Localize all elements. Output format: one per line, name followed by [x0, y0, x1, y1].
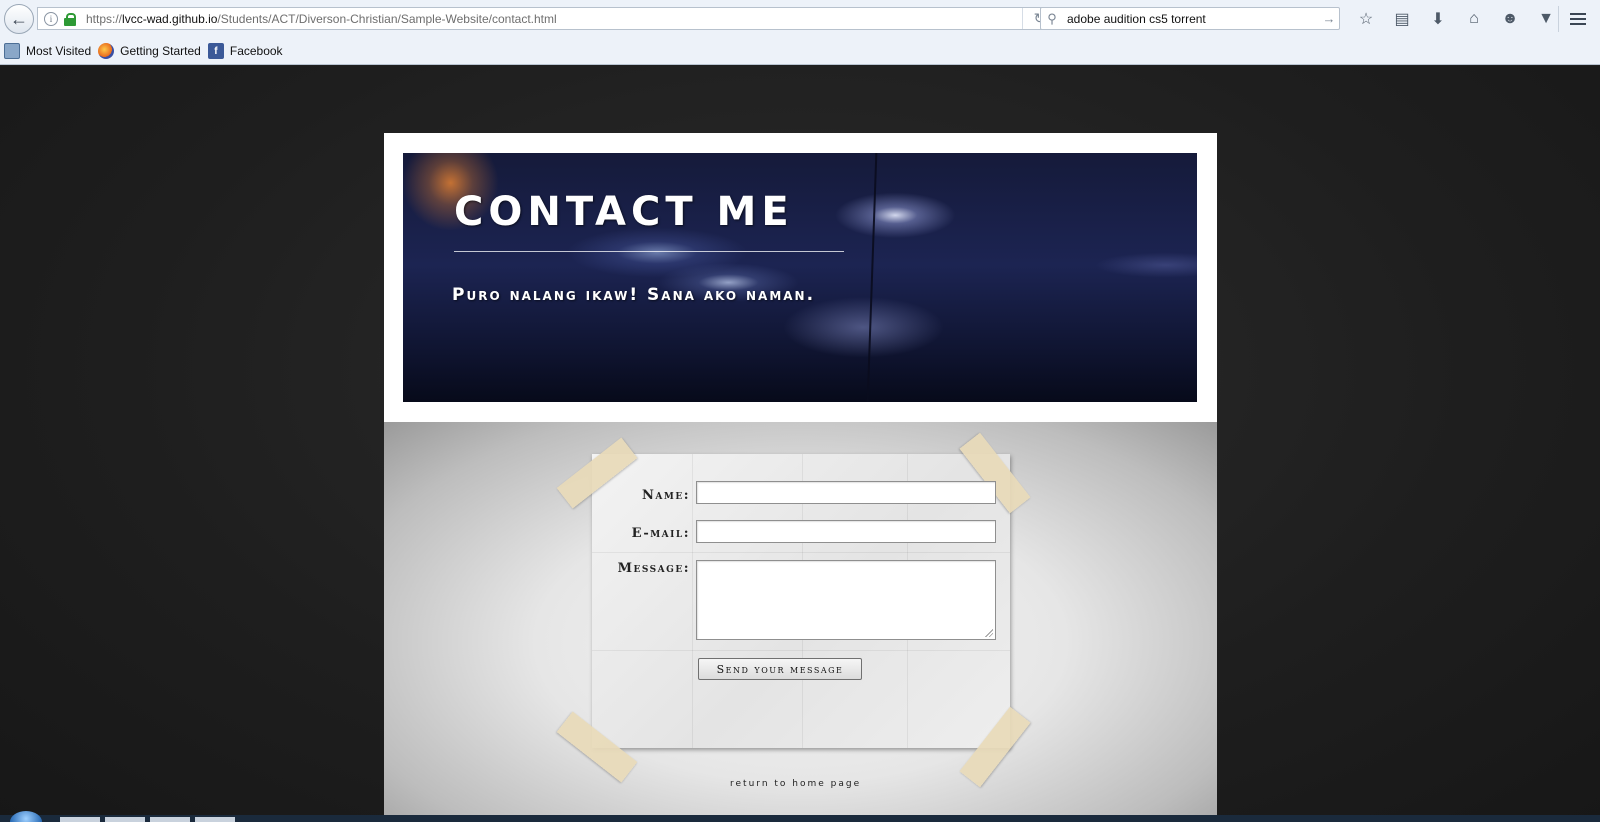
- email-label: E-mail:: [631, 526, 690, 541]
- search-input[interactable]: adobe audition cs5 torrent: [1063, 12, 1319, 26]
- bookmarks-toolbar: Most Visited Getting Started f Facebook: [0, 38, 1600, 65]
- facebook-icon: f: [207, 43, 224, 59]
- url-path: /Students/ACT/Diverson-Christian/Sample-…: [217, 11, 557, 26]
- name-field[interactable]: [696, 481, 996, 504]
- taskbar-button[interactable]: [60, 817, 100, 822]
- address-bar[interactable]: i https://lvcc-wad.github.io/Students/AC…: [37, 7, 1057, 30]
- content-container: CONTACT ME Puro nalang ikaw! Sana ako na…: [384, 133, 1217, 822]
- search-go-icon[interactable]: →: [1319, 11, 1339, 26]
- page-subtitle: Puro nalang ikaw! Sana ako naman.: [452, 285, 816, 305]
- header-banner: CONTACT ME Puro nalang ikaw! Sana ako na…: [403, 153, 1197, 402]
- taskbar-button[interactable]: [195, 817, 235, 822]
- header-box: CONTACT ME Puro nalang ikaw! Sana ako na…: [384, 133, 1217, 422]
- name-label: Name:: [642, 488, 690, 503]
- most-visited-icon: [4, 43, 20, 59]
- message-label: Message:: [617, 561, 690, 576]
- info-icon[interactable]: i: [44, 11, 58, 26]
- browser-toolbar: ← i https://lvcc-wad.github.io/Students/…: [0, 0, 1600, 38]
- back-arrow-icon: ←: [10, 8, 28, 29]
- taskbar-button[interactable]: [150, 817, 190, 822]
- search-icon: ⚲: [1047, 10, 1057, 26]
- firefox-icon: [98, 43, 115, 59]
- email-field[interactable]: [696, 520, 996, 543]
- bookmarks-menu-icon[interactable]: ▤: [1384, 8, 1420, 30]
- bookmark-label: Most Visited: [26, 44, 92, 58]
- title-divider: [454, 251, 844, 252]
- hamburger-menu-icon[interactable]: [1565, 8, 1591, 30]
- url-text[interactable]: https://lvcc-wad.github.io/Students/ACT/…: [86, 12, 1022, 26]
- page-title: CONTACT ME: [454, 189, 794, 235]
- bookmark-star-icon[interactable]: ☆: [1348, 8, 1384, 30]
- search-bar[interactable]: ⚲ adobe audition cs5 torrent →: [1040, 7, 1340, 30]
- rain-streak: [866, 153, 878, 402]
- taskbar: [0, 815, 1600, 822]
- bookmark-most-visited[interactable]: Most Visited: [4, 43, 91, 59]
- bookmark-label: Getting Started: [120, 44, 201, 58]
- bookmark-facebook[interactable]: f Facebook: [207, 43, 283, 59]
- toolbar-divider: [1558, 6, 1559, 32]
- taskbar-button[interactable]: [105, 817, 145, 822]
- message-field[interactable]: [696, 560, 996, 640]
- bookmark-getting-started[interactable]: Getting Started: [98, 43, 201, 59]
- bookmark-label: Facebook: [229, 44, 283, 58]
- return-home-link[interactable]: return to home page: [730, 779, 861, 789]
- url-prefix: https://: [86, 11, 123, 26]
- home-icon[interactable]: ⌂: [1456, 8, 1492, 30]
- resize-grip-icon[interactable]: [985, 629, 993, 637]
- downloads-icon[interactable]: ⬇: [1420, 8, 1456, 30]
- url-host: lvcc-wad.github.io: [122, 11, 218, 26]
- chat-icon[interactable]: ☻: [1492, 8, 1528, 30]
- send-message-button[interactable]: Send your message: [698, 658, 862, 680]
- toolbar-icons: ☆ ▤ ⬇ ⌂ ☻ ▼: [1348, 8, 1564, 30]
- back-button[interactable]: ←: [4, 4, 34, 34]
- lock-icon: [64, 12, 76, 26]
